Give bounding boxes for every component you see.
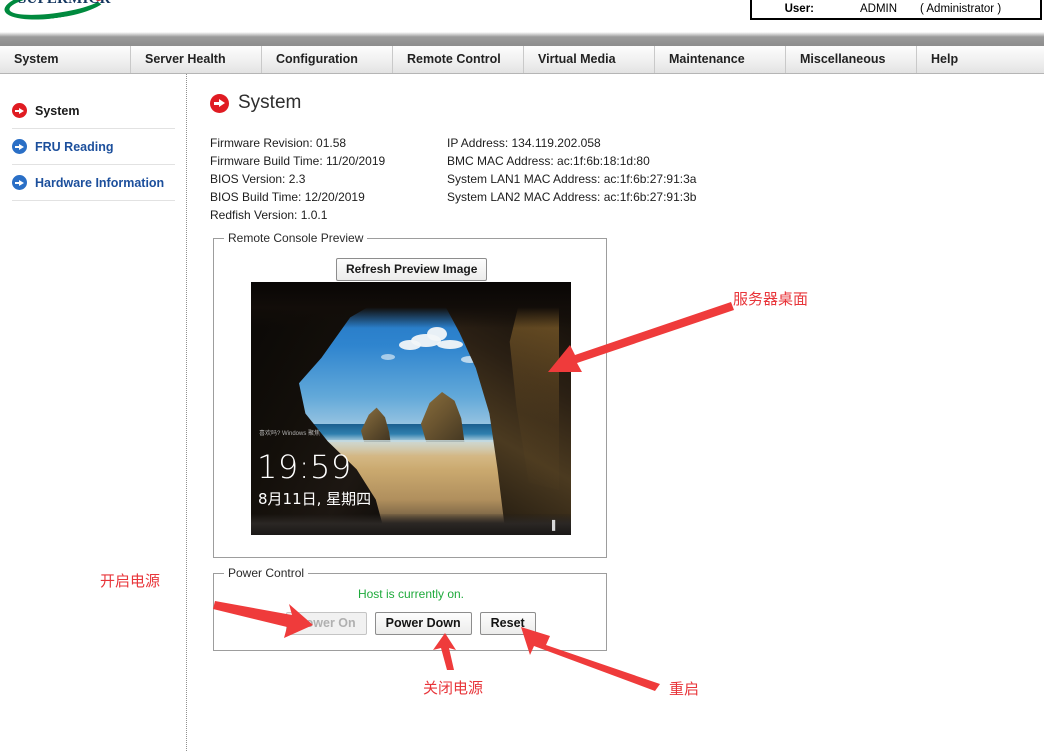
sidebar-item-fru-reading[interactable]: FRU Reading	[12, 129, 175, 165]
windows-spotlight-text: 喜欢吗? Windows 聚焦	[259, 431, 321, 437]
supermicro-logo: SUPERMICR	[2, 0, 114, 26]
navbar-gradient-strip	[0, 32, 1044, 46]
cave-floor	[251, 514, 571, 535]
nav-item-maintenance[interactable]: Maintenance	[655, 46, 786, 73]
user-role: ( Administrator )	[920, 3, 1002, 15]
nav-item-virtual-media[interactable]: Virtual Media	[524, 46, 655, 73]
page-title-text: System	[238, 92, 302, 113]
main-content: System Firmware Revision: 01.58 Firmware…	[196, 84, 1036, 230]
nav-item-remote-control[interactable]: Remote Control	[393, 46, 524, 73]
arrow-circle-blue-icon	[12, 139, 27, 154]
cloud	[399, 340, 421, 350]
annotation-label-power-down: 关闭电源	[423, 679, 484, 697]
remote-console-preview-panel: Remote Console Preview Refresh Preview I…	[213, 231, 607, 558]
power-control-legend: Power Control	[224, 566, 309, 580]
arrow-circle-red-icon	[210, 93, 229, 113]
remote-console-preview-image[interactable]: 喜欢吗? Windows 聚焦 19:59 8月11日, 星期四 ▌	[251, 282, 571, 535]
remote-console-preview-legend: Remote Console Preview	[224, 231, 368, 245]
nav-item-server-health[interactable]: Server Health	[131, 46, 262, 73]
session-info-box: Server: 134.119.202.58 User: ADMIN ( Adm…	[750, 0, 1042, 20]
main-navigation: System Server Health Configuration Remot…	[0, 46, 1044, 74]
system-lan2-mac-address: System LAN2 MAC Address: ac:1f:6b:27:91:…	[447, 190, 697, 204]
redfish-version: Redfish Version: 1.0.1	[210, 208, 328, 222]
annotation-label-power-on: 开启电源	[100, 572, 161, 590]
firmware-revision: Firmware Revision: 01.58	[210, 136, 347, 150]
cave-ceiling	[251, 282, 571, 328]
system-info-right-column: IP Address: 134.119.202.058 BMC MAC Addr…	[447, 134, 696, 206]
arrow-circle-red-icon	[12, 103, 27, 118]
user-row: User: ADMIN ( Administrator )	[752, 3, 1044, 19]
user-value: ADMIN	[860, 3, 898, 15]
bios-build-time: BIOS Build Time: 12/20/2019	[210, 190, 365, 204]
lock-screen-clock: 19:59	[257, 448, 352, 486]
sidebar-item-label: Hardware Information	[35, 175, 165, 190]
annotation-label-reset: 重启	[669, 680, 700, 698]
sidebar-item-system[interactable]: System	[12, 93, 175, 129]
page-header: SUPERMICR Server: 134.119.202.58 User: A…	[0, 0, 1044, 32]
nav-item-miscellaneous[interactable]: Miscellaneous	[786, 46, 917, 73]
nav-item-configuration[interactable]: Configuration	[262, 46, 393, 73]
bios-version: BIOS Version: 2.3	[210, 172, 306, 186]
reset-button[interactable]: Reset	[479, 612, 536, 635]
ip-address: IP Address: 134.119.202.058	[447, 136, 601, 150]
nav-item-system[interactable]: System	[0, 46, 131, 73]
cloud	[381, 354, 395, 360]
system-info: Firmware Revision: 01.58 Firmware Build …	[210, 134, 1036, 230]
bmc-web-page: SUPERMICR Server: 134.119.202.58 User: A…	[0, 0, 1044, 751]
logo-text: SUPERMICR	[18, 0, 110, 8]
host-power-status: Host is currently on.	[357, 587, 465, 601]
annotation-label-desktop: 服务器桌面	[733, 290, 809, 308]
refresh-preview-image-button[interactable]: Refresh Preview Image	[336, 258, 488, 281]
power-control-panel: Power Control Host is currently on. Powe…	[213, 566, 608, 651]
sidebar-item-label: System	[35, 103, 80, 118]
sidebar: System FRU Reading Hardware Information	[0, 80, 187, 751]
bmc-mac-address: BMC MAC Address: ac:1f:6b:18:1d:80	[447, 154, 650, 168]
network-icon: ▌	[552, 520, 559, 530]
power-control-buttons: Power On Power Down Reset	[214, 612, 608, 635]
user-label: User:	[784, 3, 814, 15]
sidebar-item-label: FRU Reading	[35, 139, 114, 154]
system-lan1-mac-address: System LAN1 MAC Address: ac:1f:6b:27:91:…	[447, 172, 697, 186]
arrow-circle-blue-icon	[12, 175, 27, 190]
nav-item-help[interactable]: Help	[917, 46, 1044, 73]
page-title: System	[210, 92, 1036, 114]
power-on-button: Power On	[286, 612, 367, 635]
lock-screen-date: 8月11日, 星期四	[258, 490, 372, 508]
power-down-button[interactable]: Power Down	[374, 612, 472, 635]
firmware-build-time: Firmware Build Time: 11/20/2019	[210, 154, 386, 168]
cloud	[427, 327, 447, 341]
system-info-left-column: Firmware Revision: 01.58 Firmware Build …	[210, 134, 385, 224]
sidebar-item-hardware-information[interactable]: Hardware Information	[12, 165, 175, 201]
sidebar-divider	[186, 74, 187, 751]
cloud	[437, 340, 463, 349]
